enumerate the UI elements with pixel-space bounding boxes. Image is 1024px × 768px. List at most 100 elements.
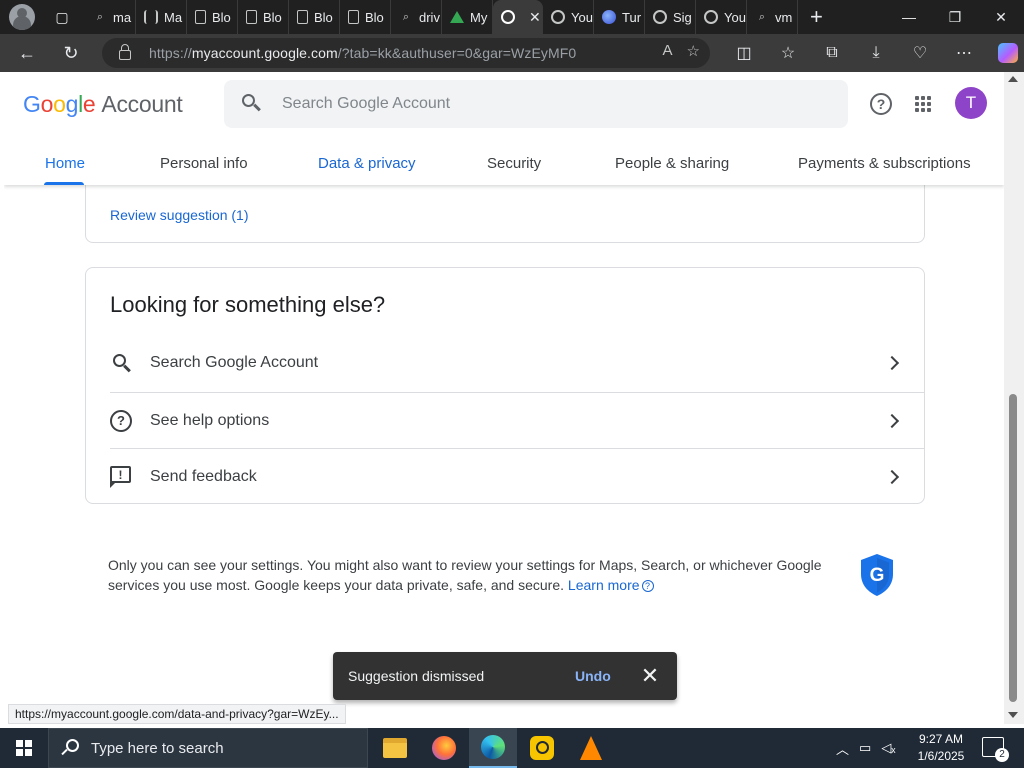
review-suggestion-link[interactable]: Review suggestion (1): [110, 207, 249, 223]
browser-tab[interactable]: My: [442, 0, 493, 34]
browser-tab-strip: ▢ ⌕ ma Ma Blo Blo Blo Blo ⌕ driv My ✕ You Tur Sig You ⌕…: [0, 0, 1024, 34]
split-screen-icon[interactable]: ◫: [722, 36, 766, 70]
lock-icon[interactable]: [119, 44, 131, 60]
browser-tab[interactable]: ✕: [493, 0, 543, 34]
browser-tab[interactable]: Blo: [238, 0, 289, 34]
browser-tab[interactable]: Blo: [187, 0, 238, 34]
page-content: GoogleAccount ? T Home Personal info Dat…: [4, 72, 1004, 724]
send-feedback-row[interactable]: ! Send feedback: [110, 448, 925, 504]
browser-tab[interactable]: Sig: [645, 0, 696, 34]
tab-title: Blo: [314, 9, 333, 25]
tab-security[interactable]: Security: [487, 155, 541, 172]
tab-title: ma: [113, 9, 132, 25]
account-search-box[interactable]: [224, 80, 848, 128]
url-text[interactable]: https://myaccount.google.com/?tab=kk&aut…: [149, 45, 576, 61]
page-scrollbar[interactable]: [1004, 72, 1024, 724]
tab-title: Sig: [673, 9, 692, 25]
browser-tab[interactable]: ⌕ driv: [391, 0, 442, 34]
info-icon: ?: [641, 580, 654, 592]
browser-tab[interactable]: ⌕ ma: [85, 0, 136, 34]
windows-start-icon[interactable]: [16, 740, 32, 756]
google-account-logo[interactable]: Google Account: [23, 91, 183, 118]
browser-tab[interactable]: Blo: [340, 0, 391, 34]
google-drive-icon: [450, 11, 464, 23]
more-options-icon[interactable]: ⋯: [942, 36, 986, 70]
window-controls: — ❐ ✕: [886, 0, 1024, 34]
google-icon: [551, 10, 565, 24]
tab-data-privacy[interactable]: Data & privacy: [318, 155, 416, 172]
tab-actions-icon[interactable]: ▢: [45, 0, 79, 34]
address-bar-actions: A ☆: [663, 42, 700, 60]
account-search-input[interactable]: [282, 95, 782, 113]
tab-payments-subscriptions[interactable]: Payments & subscriptions: [798, 155, 971, 172]
close-icon[interactable]: ✕: [639, 665, 661, 687]
help-icon[interactable]: ?: [870, 93, 892, 115]
learn-more-link[interactable]: Learn more: [568, 577, 640, 593]
close-window-button[interactable]: ✕: [978, 0, 1024, 34]
browser-tab[interactable]: Tur: [594, 0, 645, 34]
row-label: Send feedback: [150, 467, 257, 485]
scroll-up-arrow-icon[interactable]: [1008, 76, 1018, 82]
copilot-icon[interactable]: [998, 43, 1018, 63]
firefox-button[interactable]: [420, 728, 468, 768]
close-tab-icon[interactable]: ✕: [529, 9, 541, 26]
browser-tab[interactable]: You: [543, 0, 594, 34]
tab-people-sharing[interactable]: People & sharing: [615, 155, 729, 172]
network-icon[interactable]: ▭: [859, 740, 871, 756]
tab-home[interactable]: Home: [45, 155, 85, 172]
google-wordmark: Google: [23, 91, 96, 117]
browser-tab[interactable]: Ma: [136, 0, 187, 34]
help-options-row[interactable]: ? See help options: [110, 392, 925, 448]
toolbar-buttons: ◫ ☆ ⧉ ⤓ ♡ ⋯: [722, 36, 1024, 70]
new-tab-button[interactable]: +: [810, 4, 823, 30]
privacy-footer-text: Only you can see your settings. You migh…: [108, 555, 843, 595]
search-account-row[interactable]: Search Google Account: [110, 335, 925, 391]
back-button[interactable]: ←: [10, 36, 44, 70]
windows-taskbar: Type here to search ︿ ▭ ◁ₓ 9:27 AM 1/6/2…: [0, 728, 1024, 768]
row-label: See help options: [150, 411, 270, 429]
notifications-icon[interactable]: 2: [982, 737, 1009, 762]
favorite-star-icon[interactable]: ☆: [687, 42, 700, 60]
minimize-button[interactable]: —: [886, 0, 932, 34]
undo-button[interactable]: Undo: [575, 668, 611, 684]
vlc-icon: [580, 736, 602, 760]
plex-icon: [530, 736, 554, 760]
edge-button[interactable]: [469, 728, 517, 768]
refresh-button[interactable]: ↻: [54, 36, 88, 70]
google-apps-icon[interactable]: [915, 96, 931, 112]
snackbar-message: Suggestion dismissed: [348, 668, 485, 684]
profile-icon[interactable]: [9, 4, 35, 30]
document-icon: [246, 10, 257, 24]
chevron-right-icon: [884, 355, 900, 371]
tab-list: ⌕ ma Ma Blo Blo Blo Blo ⌕ driv My ✕ You Tur Sig You ⌕ vm: [85, 0, 798, 34]
active-tab-indicator: [44, 182, 84, 185]
scrollbar-thumb[interactable]: [1009, 394, 1017, 702]
downloads-icon[interactable]: ⤓: [854, 36, 898, 70]
browser-essentials-icon[interactable]: ♡: [898, 36, 942, 70]
vlc-button[interactable]: [567, 728, 615, 768]
document-icon: [348, 10, 359, 24]
folder-icon: [383, 738, 407, 758]
tab-personal-info[interactable]: Personal info: [160, 155, 248, 172]
maximize-button[interactable]: ❐: [932, 0, 978, 34]
scroll-down-arrow-icon[interactable]: [1008, 712, 1018, 718]
taskbar-search-box[interactable]: Type here to search: [48, 728, 368, 768]
search-icon: [110, 351, 134, 375]
browser-tab[interactable]: Blo: [289, 0, 340, 34]
search-icon: ⌕: [402, 10, 410, 23]
globe-icon: [602, 10, 616, 24]
browser-tab[interactable]: You: [696, 0, 747, 34]
file-explorer-button[interactable]: [371, 728, 419, 768]
clock-time: 9:27 AM: [918, 732, 964, 746]
address-bar[interactable]: https://myaccount.google.com/?tab=kk&aut…: [102, 38, 710, 68]
favorites-icon[interactable]: ☆: [766, 36, 810, 70]
plex-button[interactable]: [518, 728, 566, 768]
search-icon[interactable]: [242, 94, 262, 114]
taskbar-clock[interactable]: 9:27 AM 1/6/2025: [910, 731, 972, 765]
chevron-up-icon[interactable]: ︿: [836, 739, 849, 758]
avatar[interactable]: T: [955, 87, 987, 119]
collections-icon[interactable]: ⧉: [810, 36, 854, 70]
volume-muted-icon[interactable]: ◁ₓ: [881, 740, 895, 756]
read-aloud-icon[interactable]: A: [663, 42, 673, 60]
browser-tab[interactable]: ⌕ vm: [747, 0, 798, 34]
